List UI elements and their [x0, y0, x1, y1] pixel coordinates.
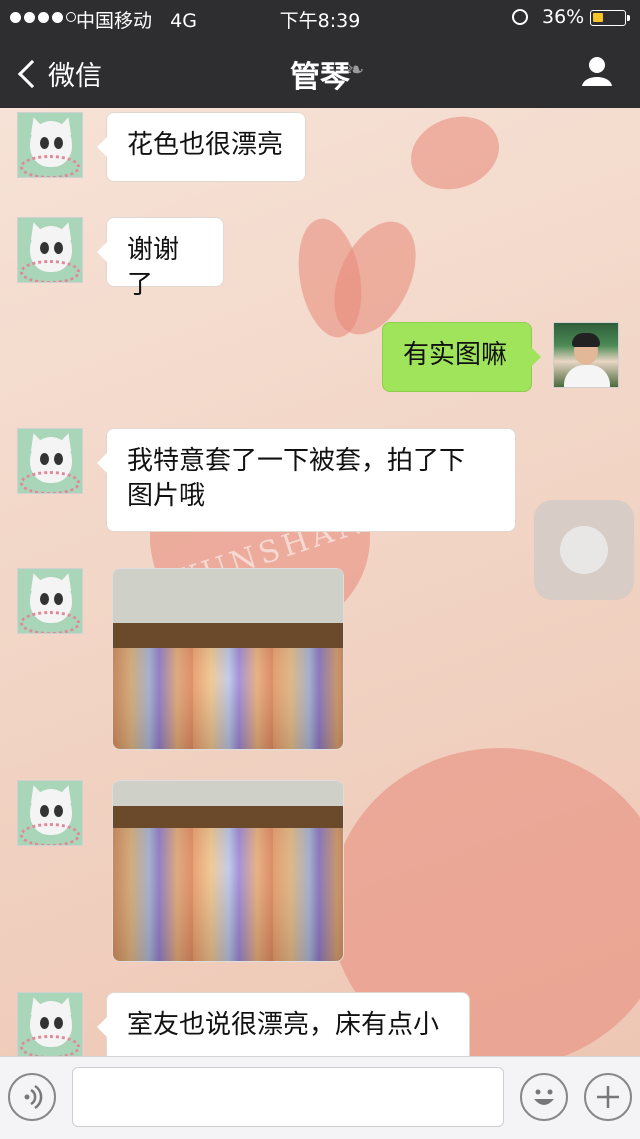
message-input[interactable]	[72, 1067, 504, 1127]
plus-icon[interactable]	[584, 1073, 632, 1121]
message-input-bar	[0, 1056, 640, 1139]
message-bubble[interactable]: 谢谢了	[97, 217, 224, 300]
voice-icon[interactable]	[8, 1073, 56, 1121]
my-avatar[interactable]	[553, 322, 619, 388]
ear-icon: ❧	[346, 58, 365, 83]
image-message[interactable]	[112, 568, 344, 750]
chat-title: 管琴	[290, 60, 350, 95]
contact-avatar[interactable]	[17, 780, 83, 846]
battery-icon	[590, 10, 630, 26]
assistive-touch-button[interactable]	[534, 500, 634, 600]
contact-avatar[interactable]	[17, 217, 83, 283]
battery-percent: 36%	[542, 6, 585, 28]
message-bubble[interactable]: 花色也很漂亮	[97, 112, 306, 182]
status-bar: 中国移动 4G 下午8:39 36%	[0, 0, 640, 36]
chat-header: 微信 管琴 ❧	[0, 36, 640, 108]
image-message[interactable]	[112, 780, 344, 962]
person-icon[interactable]	[580, 54, 614, 88]
contact-avatar[interactable]	[17, 112, 83, 178]
emoji-icon[interactable]	[520, 1073, 568, 1121]
contact-avatar[interactable]	[17, 428, 83, 494]
message-bubble[interactable]: 有实图嘛	[382, 322, 541, 392]
alarm-icon	[512, 9, 528, 25]
message-bubble[interactable]: 我特意套了一下被套，拍了下 图片哦	[97, 428, 516, 532]
contact-avatar[interactable]	[17, 992, 83, 1058]
contact-avatar[interactable]	[17, 568, 83, 634]
message-bubble[interactable]: 室友也说很漂亮，床有点小	[97, 992, 470, 1062]
